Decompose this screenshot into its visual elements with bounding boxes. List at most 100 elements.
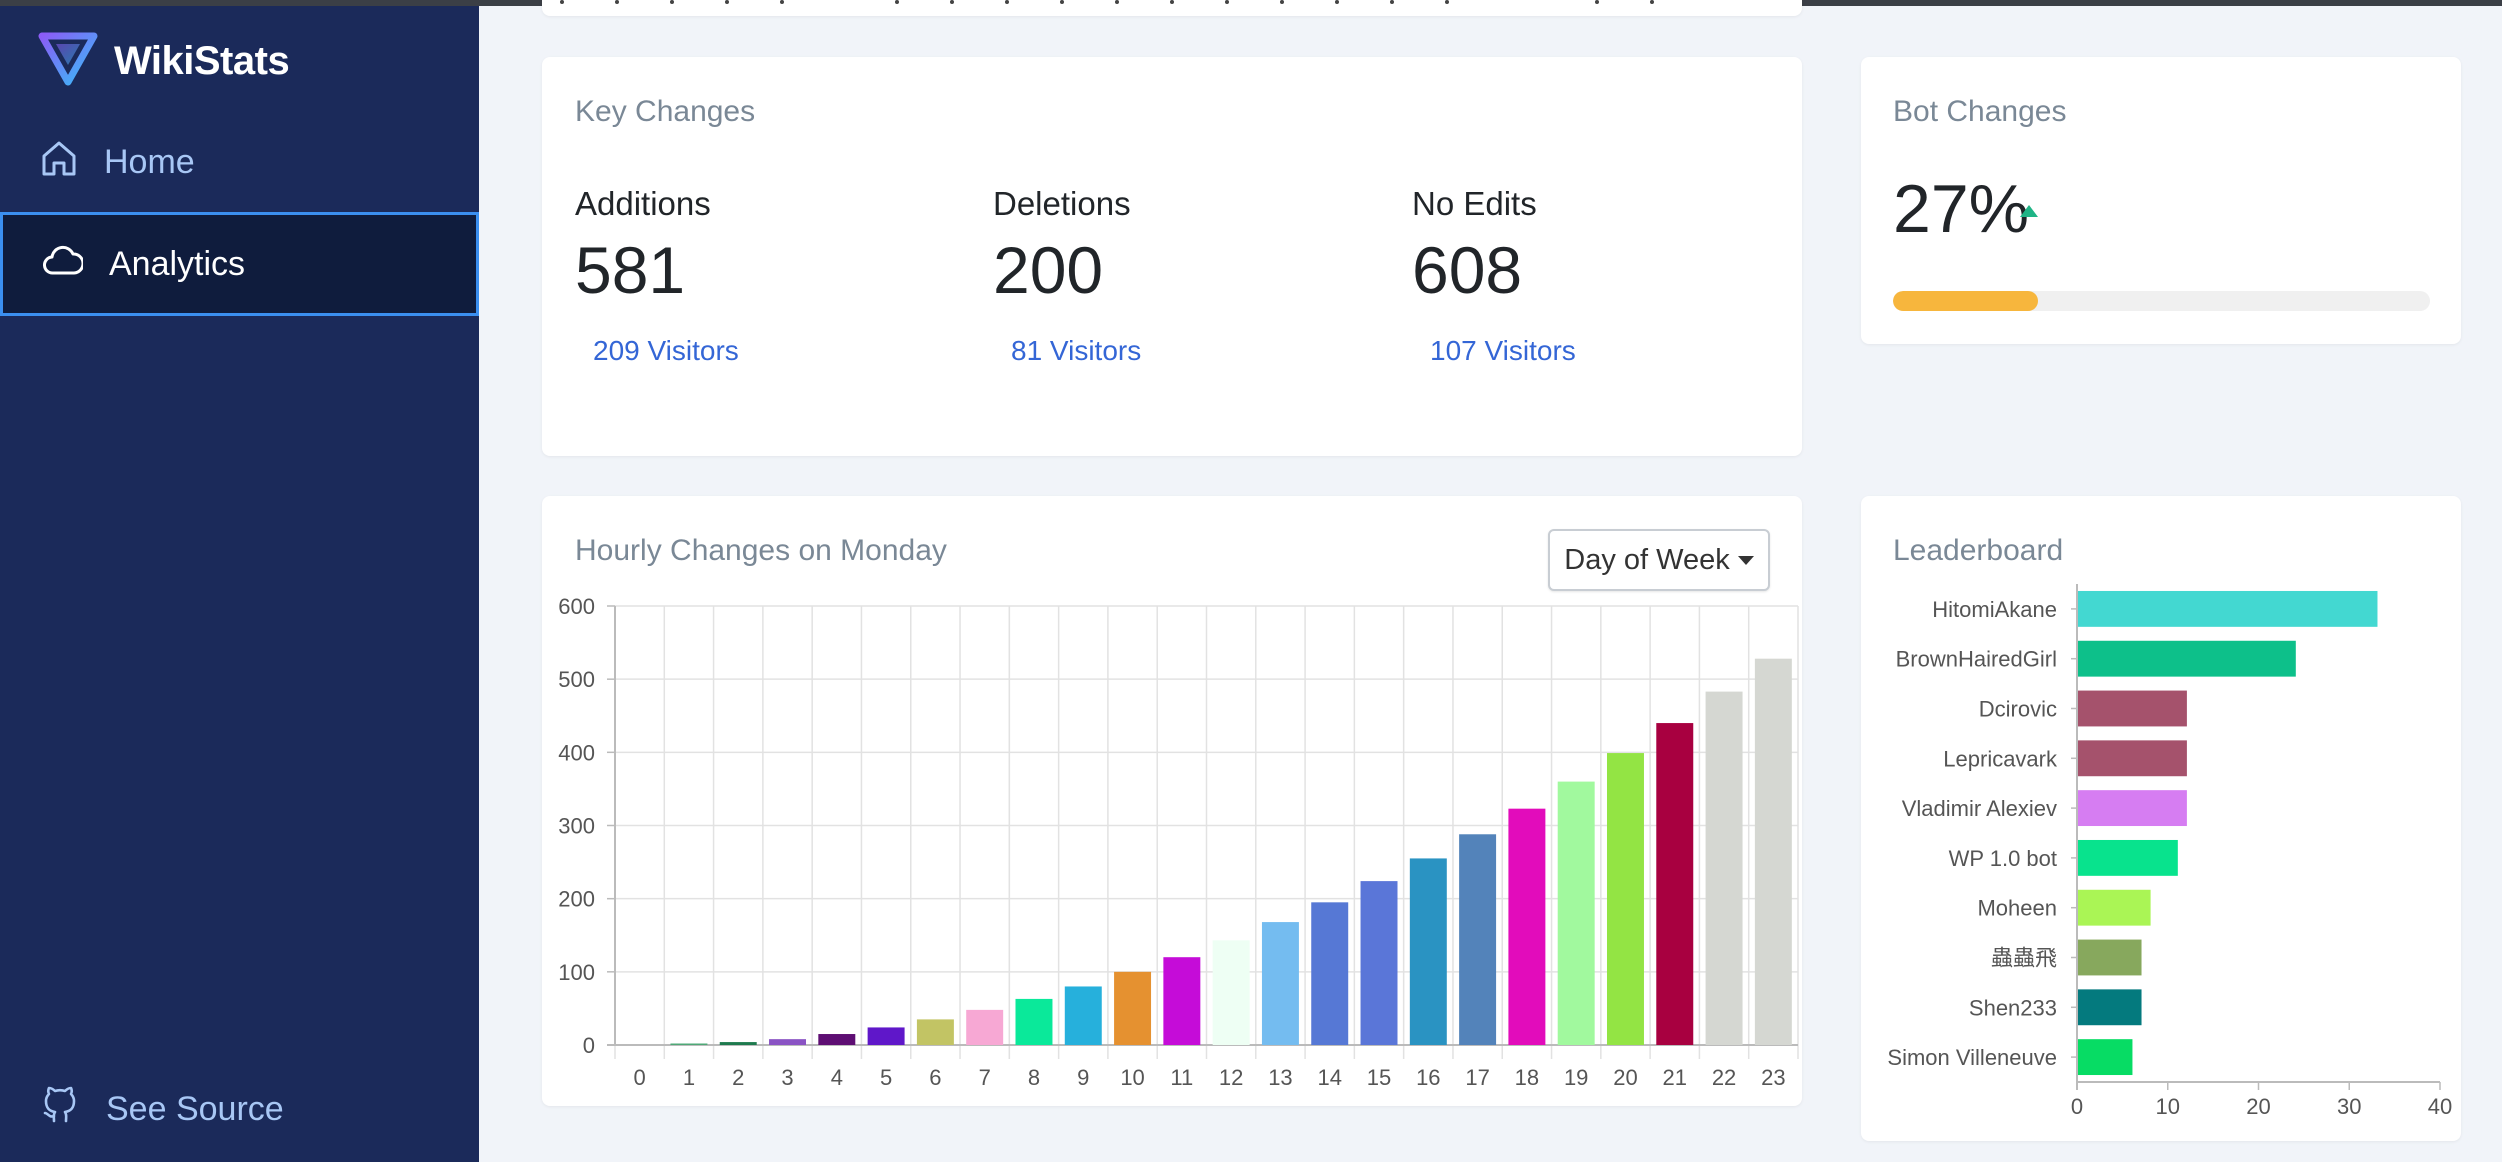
stat-label: Additions [575,185,711,222]
x-tick-label: 2 [732,1065,744,1090]
chart-bar [1656,723,1694,1045]
chart-bar [1015,998,1053,1045]
leaderboard-bar [2078,839,2178,876]
cloud-icon [43,243,85,286]
leaderboard-user-label: HitomiAkane [1932,597,2057,622]
chart-bar [1606,753,1644,1045]
leaderboard-user-label: Shen233 [1969,995,2057,1020]
x-tick-label: 22 [1712,1065,1736,1090]
x-tick-label: 0 [2071,1094,2083,1119]
stat-deletions: Deletions 200 81 Visitors [993,185,1141,367]
sidebar-item-home[interactable]: Home [0,110,479,214]
github-icon [40,1085,80,1134]
previous-card-ticks [560,0,1654,4]
leaderboard-bar [2078,989,2142,1026]
visitors-link[interactable]: 107 Visitors [1430,335,1576,367]
chart-bar [670,1043,708,1045]
bot-changes-progress [1893,291,2430,311]
stat-label: Deletions [993,185,1131,222]
stat-no-edits: No Edits 608 107 Visitors [1412,185,1576,367]
app-name: WikiStats [114,39,290,83]
visitors-link[interactable]: 81 Visitors [1011,335,1141,367]
leaderboard-user-label: Moheen [1977,896,2057,921]
chart-bar [719,1042,757,1045]
chart-bar [1261,922,1299,1045]
x-tick-label: 10 [2156,1094,2180,1119]
trend-up-icon [2020,205,2038,217]
x-tick-label: 8 [1028,1065,1040,1090]
x-tick-label: 10 [1120,1065,1144,1090]
chart-bar [1459,834,1497,1045]
chart-bar [966,1009,1004,1045]
leaderboard-bar [2078,939,2142,976]
sidebar-item-label: Home [104,142,195,181]
x-tick-label: 0 [634,1065,646,1090]
chart-bar [916,1019,954,1045]
x-tick-label: 40 [2428,1094,2452,1119]
y-tick-label: 0 [583,1033,595,1058]
key-changes-card: Key Changes Additions 581 209 Visitors D… [542,57,1802,456]
y-tick-label: 200 [558,887,595,912]
x-tick-label: 30 [2337,1094,2361,1119]
x-tick-label: 21 [1663,1065,1687,1090]
brand[interactable]: WikiStats [38,32,290,91]
leaderboard-user-label: Dcirovic [1979,697,2057,722]
leaderboard-bar [2078,740,2187,777]
x-tick-label: 7 [979,1065,991,1090]
x-tick-label: 19 [1564,1065,1588,1090]
hourly-bar-chart: 01002003004005006000 1 2 3 4 5 6 7 8 9 10 11 12 13 14 1… [558,594,1799,1090]
leaderboard-card: Leaderboard 0 10 20 30 40 HitomiAkane BrownHai… [1861,496,2461,1141]
leaderboard-bar [2078,889,2151,926]
y-tick-label: 500 [558,667,595,692]
key-changes-title: Key Changes [575,95,756,128]
previous-card [542,0,1802,16]
see-source-link[interactable]: See Source [0,1057,479,1161]
leaderboard-bar-chart: 0 10 20 30 40 HitomiAkane BrownHairedGirl Dciro… [1887,584,2452,1119]
bot-changes-card: Bot Changes 27% [1861,57,2461,344]
y-tick-label: 400 [558,740,595,765]
chart-bar [1114,971,1152,1045]
bot-changes-value: 27% [1893,171,2030,247]
stat-value: 608 [1412,233,1523,307]
chart-bar [1754,658,1792,1045]
chart-bar [1212,940,1250,1045]
leaderboard-user-label: 蟲蟲飛 [1991,946,2057,971]
x-tick-label: 6 [929,1065,941,1090]
chart-bar [1360,881,1398,1045]
y-tick-label: 600 [558,594,595,619]
chart-bar [1311,902,1349,1045]
visitors-link[interactable]: 209 Visitors [593,335,739,367]
x-tick-label: 5 [880,1065,892,1090]
leaderboard-user-label: Vladimir Alexiev [1902,796,2057,821]
sidebar-item-label: Analytics [109,244,246,283]
bot-changes-title: Bot Changes [1893,95,2067,128]
y-tick-label: 100 [558,960,595,985]
chart-bar [769,1039,807,1045]
leaderboard-user-label: BrownHairedGirl [1896,647,2057,672]
x-tick-label: 1 [683,1065,695,1090]
leaderboard-user-label: Simon Villeneuve [1887,1045,2057,1070]
y-tick-label: 300 [558,814,595,839]
x-tick-label: 3 [781,1065,793,1090]
sidebar-item-analytics[interactable]: Analytics [0,212,479,316]
x-tick-label: 14 [1317,1065,1341,1090]
x-tick-label: 20 [2246,1094,2270,1119]
see-source-label: See Source [106,1089,284,1128]
sidebar: WikiStats Home Analytics See Source [0,6,479,1162]
x-tick-label: 20 [1613,1065,1637,1090]
x-tick-label: 9 [1077,1065,1089,1090]
x-tick-label: 13 [1268,1065,1292,1090]
leaderboard-bar [2078,1039,2133,1076]
x-tick-label: 16 [1416,1065,1440,1090]
leaderboard-bar [2078,690,2187,727]
logo-icon [38,32,98,91]
chart-bar [1064,986,1102,1045]
chart-bar [1557,781,1595,1045]
home-icon [40,139,78,186]
stat-value: 200 [993,233,1104,307]
leaderboard-bar [2078,790,2187,827]
x-tick-label: 4 [831,1065,843,1090]
x-tick-label: 12 [1219,1065,1243,1090]
leaderboard-user-label: WP 1.0 bot [1949,846,2057,871]
stat-value: 581 [575,233,686,307]
